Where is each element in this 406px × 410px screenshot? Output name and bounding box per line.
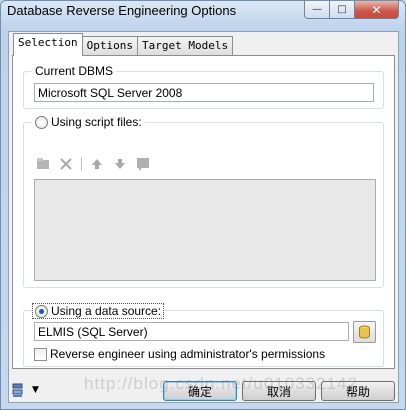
move-up-icon[interactable]: [89, 156, 105, 172]
properties-icon[interactable]: [135, 156, 151, 172]
help-button[interactable]: 帮助: [321, 381, 395, 401]
script-files-radio[interactable]: [35, 116, 48, 130]
tab-strip: Selection Options Target Models: [13, 33, 234, 56]
script-files-group: Using script files:: [23, 115, 384, 288]
data-source-option[interactable]: Using a data source:: [32, 303, 165, 320]
model-icon: [12, 383, 23, 397]
data-source-radio[interactable]: [35, 305, 48, 319]
current-dbms-group: Current DBMS Microsoft SQL Server 2008: [23, 64, 384, 109]
data-source-field[interactable]: ELMIS (SQL Server): [34, 322, 349, 341]
script-files-toolbar: [35, 156, 158, 172]
current-dbms-label: Current DBMS: [32, 64, 117, 78]
dialog-footer: ▼ 确定 取消 帮助: [9, 372, 398, 402]
admin-permissions-label: Reverse engineer using administrator's p…: [50, 347, 326, 361]
admin-permissions-option[interactable]: Reverse engineer using administrator's p…: [34, 347, 326, 362]
select-data-source-button[interactable]: [353, 321, 376, 343]
close-button[interactable]: ✕: [355, 1, 399, 19]
current-dbms-field: Microsoft SQL Server 2008: [34, 83, 374, 102]
data-source-group: Using a data source: ELMIS (SQL Server) …: [23, 303, 384, 367]
toolbar-separator: [81, 157, 82, 171]
script-files-option[interactable]: Using script files:: [32, 115, 145, 130]
model-menu-button[interactable]: ▼: [12, 382, 39, 398]
minimize-icon: —: [312, 4, 322, 15]
window-title: Database Reverse Engineering Options: [7, 3, 237, 18]
maximize-icon: □: [337, 4, 347, 15]
add-file-icon[interactable]: [35, 156, 51, 172]
tab-target-models[interactable]: Target Models: [136, 36, 234, 56]
tab-selection[interactable]: Selection: [13, 33, 83, 56]
move-down-icon[interactable]: [112, 156, 128, 172]
chevron-down-icon: ▼: [32, 385, 39, 395]
window-controls: — □ ✕: [304, 1, 399, 19]
minimize-button[interactable]: —: [304, 1, 330, 19]
close-icon: ✕: [371, 2, 382, 17]
cancel-button[interactable]: 取消: [242, 381, 316, 401]
script-files-list[interactable]: [34, 179, 376, 281]
dialog-window: Database Reverse Engineering Options — □…: [0, 0, 406, 410]
data-source-label: Using a data source:: [51, 304, 162, 318]
maximize-button[interactable]: □: [330, 1, 355, 19]
title-bar[interactable]: Database Reverse Engineering Options — □…: [1, 1, 405, 25]
tab-options[interactable]: Options: [81, 36, 138, 56]
ok-button[interactable]: 确定: [163, 381, 237, 401]
script-files-label: Using script files:: [51, 115, 142, 129]
database-icon: [359, 325, 370, 339]
selection-panel: Current DBMS Microsoft SQL Server 2008 U…: [12, 55, 395, 369]
delete-icon[interactable]: [58, 156, 74, 172]
admin-permissions-checkbox[interactable]: [34, 348, 47, 362]
dialog-client: Selection Options Target Models Current …: [8, 31, 399, 403]
